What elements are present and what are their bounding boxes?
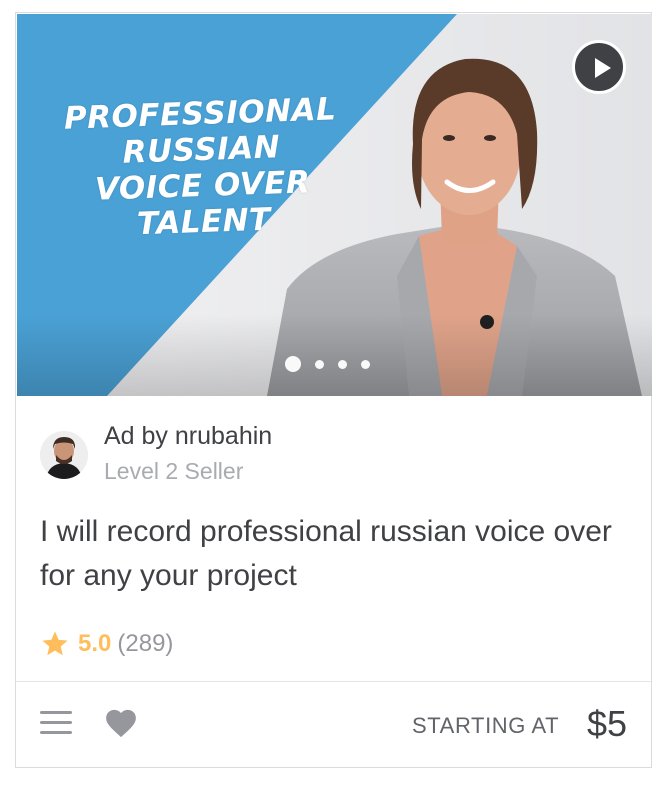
rating-count: (289) (117, 630, 174, 657)
carousel-dot-1[interactable] (285, 356, 301, 372)
rating-value: 5.0 (78, 630, 112, 657)
ad-by-seller[interactable]: Ad by nrubahin (104, 422, 272, 451)
menu-icon[interactable] (40, 709, 72, 737)
heart-icon[interactable] (104, 707, 138, 739)
play-icon[interactable] (572, 40, 626, 94)
carousel-dot-2[interactable] (315, 359, 324, 369)
video-overlay-text: PROFESSIONAL RUSSIAN VOICE OVER TALENT (35, 90, 370, 245)
rating: 5.0 (289) (40, 627, 173, 661)
gig-media-carousel[interactable]: PROFESSIONAL RUSSIAN VOICE OVER TALENT (17, 14, 652, 396)
seller-level: Level 2 Seller (104, 458, 244, 484)
footer-divider (16, 681, 651, 682)
carousel-dots (285, 356, 370, 372)
price[interactable]: $5 (587, 703, 627, 745)
avatar[interactable] (40, 431, 88, 479)
avatar-image (40, 431, 88, 479)
star-icon (42, 631, 68, 656)
seller-info: Ad by nrubahin Level 2 Seller (40, 418, 620, 488)
carousel-dot-4[interactable] (361, 359, 370, 369)
gig-card[interactable]: PROFESSIONAL RUSSIAN VOICE OVER TALENT A… (15, 12, 652, 768)
gig-title[interactable]: I will record professional russian voice… (40, 510, 640, 598)
carousel-dot-3[interactable] (338, 359, 347, 369)
starting-at-label: STARTING AT (412, 713, 560, 738)
